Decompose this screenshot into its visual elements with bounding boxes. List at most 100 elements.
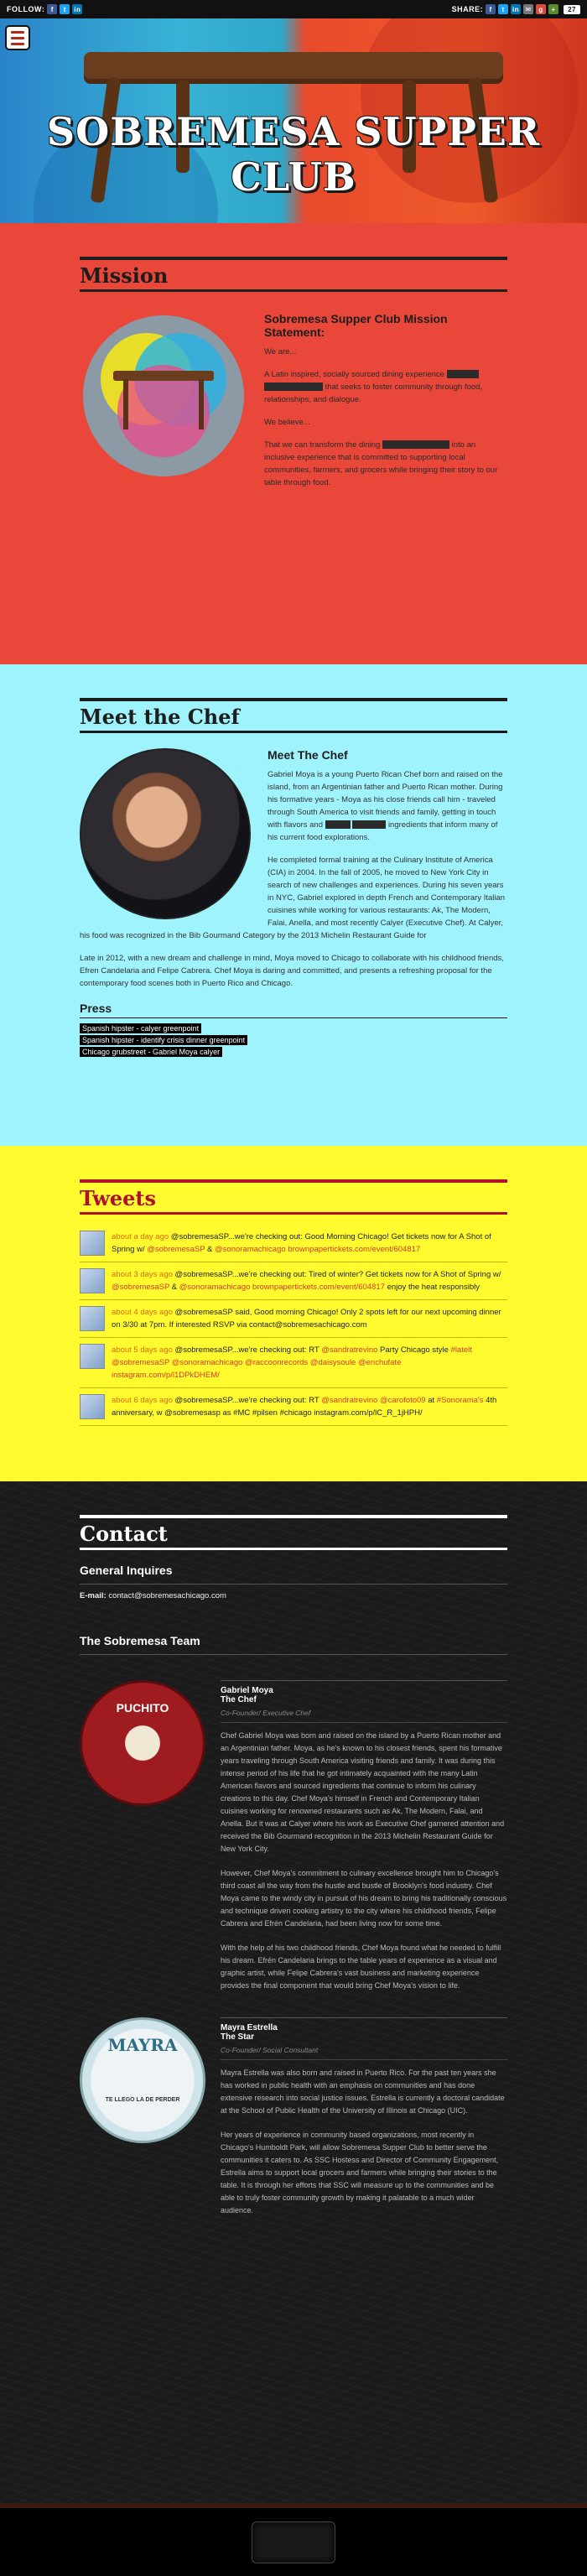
member-bio: Chef Gabriel Moya was born and raised on… (221, 1731, 505, 1853)
record-label-badge: MAYRA TE LLEGO LA DE PERDER (80, 2017, 205, 2143)
redacted-text (382, 440, 449, 450)
follow-label: FOLLOW: (7, 5, 45, 13)
tweet-body: @sobremesaSP...we're checking out: RT (174, 1345, 322, 1355)
tweet-item: about 3 days ago @sobremesaSP...we're ch… (80, 1262, 507, 1300)
share-count: 27 (564, 4, 580, 14)
linkedin-icon[interactable]: in (72, 4, 83, 14)
venn-table-icon (83, 315, 244, 476)
mission-section: Mission Sobremesa Supper Club Mission St… (0, 223, 587, 664)
tweet-link[interactable]: @sandratrevino @carofoto09 (321, 1396, 425, 1405)
top-bar: FOLLOW: f t in SHARE: f t in ✉ g + 27 (0, 0, 587, 18)
tweet-body: & (169, 1283, 179, 1292)
divider (80, 731, 507, 733)
press-link[interactable]: Spanish hipster - identify crisis dinner… (80, 1035, 248, 1045)
tweet-avatar (80, 1394, 105, 1419)
divider (80, 1212, 507, 1215)
tweet-link[interactable]: @sobremesaSP (112, 1283, 169, 1292)
general-inquiries-heading: General Inquires (80, 1564, 173, 1577)
tweet-item: about 4 days ago @sobremesaSP said, Good… (80, 1300, 507, 1338)
mission-text: That we can transform the dining (264, 440, 381, 450)
tweet-timestamp[interactable]: about a day ago (112, 1232, 169, 1241)
tweet-timestamp[interactable]: about 4 days ago (112, 1308, 173, 1317)
mission-graphic (80, 312, 247, 480)
tweet-link[interactable]: #Sonorama's (437, 1396, 484, 1405)
badge-text: MAYRA (107, 2035, 178, 2055)
press-heading: Press (80, 1002, 112, 1015)
divider (80, 1548, 507, 1550)
tweet-timestamp[interactable]: about 5 days ago (112, 1345, 173, 1355)
member-bio: Her years of experience in community bas… (221, 2131, 499, 2214)
contact-heading: Contact (80, 1522, 168, 1546)
site-title: SOBREMESA SUPPER CLUB (46, 109, 541, 200)
tweet-item: about 5 days ago @sobremesaSP...we're ch… (80, 1338, 507, 1388)
tweet-link[interactable]: @sobremesaSP (147, 1245, 205, 1254)
tweet-avatar (80, 1231, 105, 1256)
member-role: The Chef (221, 1695, 257, 1704)
menu-icon-bar (11, 30, 24, 34)
tweet-text: about a day ago @sobremesaSP...we're che… (112, 1231, 507, 1256)
tweet-link[interactable]: @sonoramachicago brownpapertickets.com/e… (215, 1245, 420, 1254)
press-link[interactable]: Spanish hipster - calyer greenpoint (80, 1023, 202, 1033)
tweets-section: Tweets about a day ago @sobremesaSP...we… (0, 1146, 587, 1481)
tweet-link[interactable]: @sandratrevino (321, 1345, 377, 1355)
menu-icon-bar (11, 36, 24, 39)
badge-subtext: TE LLEGO LA DE PERDER (105, 2097, 180, 2103)
chef-photo (80, 748, 251, 919)
menu-button[interactable] (5, 25, 30, 50)
share-group: SHARE: f t in ✉ g + 27 (452, 4, 580, 14)
tweet-body: @sobremesaSP...we're checking out: RT (174, 1396, 322, 1405)
share-twitter-icon[interactable]: t (498, 4, 509, 14)
tweet-item: about a day ago @sobremesaSP...we're che… (80, 1225, 507, 1262)
follow-group: FOLLOW: f t in (7, 4, 83, 14)
tweet-text: about 5 days ago @sobremesaSP...we're ch… (112, 1344, 507, 1382)
tweet-avatar (80, 1306, 105, 1331)
chef-section: Meet the Chef Meet The Chef Gabriel Moya… (0, 664, 587, 1146)
hero-banner: SOBREMESA SUPPER CLUB (0, 18, 587, 223)
footer-tray (252, 2521, 335, 2563)
tweet-text: about 6 days ago @sobremesaSP...we're ch… (112, 1394, 507, 1419)
email-link[interactable]: contact@sobremesachicago.com (108, 1591, 226, 1600)
footer (0, 2503, 587, 2576)
share-facebook-icon[interactable]: f (486, 4, 496, 14)
redacted-text (352, 820, 387, 830)
tweet-timestamp[interactable]: about 6 days ago (112, 1396, 173, 1405)
member-bio: With the help of his two childhood frien… (221, 1944, 501, 1990)
member-bio: Mayra Estrella was also born and raised … (221, 2069, 505, 2115)
press-list: Spanish hipster - calyer greenpoint Span… (80, 1023, 507, 1059)
share-googleplus-icon[interactable]: g (536, 4, 547, 14)
tweet-text: about 3 days ago @sobremesaSP...we're ch… (112, 1268, 507, 1293)
share-plus-icon[interactable]: + (548, 4, 559, 14)
tweet-body: at (425, 1396, 437, 1405)
member-title: Co-Founder/ Social Consultant (221, 2046, 507, 2060)
tweet-body: @sobremesaSP...we're checking out: Tired… (174, 1270, 501, 1279)
tweet-timestamp[interactable]: about 3 days ago (112, 1270, 173, 1279)
record-label-badge: PUCHITO (80, 1680, 205, 1806)
tweet-body: Party Chicago style (377, 1345, 451, 1355)
divider (80, 289, 507, 292)
member-role: The Star (221, 2032, 255, 2042)
facebook-icon[interactable]: f (47, 4, 58, 14)
tweet-avatar (80, 1268, 105, 1293)
tweet-avatar (80, 1344, 105, 1369)
press-link[interactable]: Chicago grubstreet - Gabriel Moya calyer (80, 1047, 223, 1057)
team-member-card: PUCHITO Gabriel Moya The Chef Co-Founder… (80, 1680, 507, 2004)
member-bio: However, Chef Moya's commitment to culin… (221, 1869, 507, 1928)
divider (80, 1017, 507, 1018)
menu-icon-bar (11, 42, 24, 45)
member-name: Gabriel Moya (221, 1686, 273, 1695)
twitter-icon[interactable]: t (60, 4, 70, 14)
share-email-icon[interactable]: ✉ (523, 4, 534, 14)
tweets-heading: Tweets (80, 1186, 157, 1210)
share-linkedin-icon[interactable]: in (511, 4, 522, 14)
tweet-item: about 6 days ago @sobremesaSP...we're ch… (80, 1388, 507, 1426)
tweet-body: & (205, 1245, 216, 1254)
table-illustration (84, 52, 503, 84)
redacted-text (446, 370, 479, 379)
mission-text: A Latin inspired, socially sourced dinin… (264, 370, 444, 379)
team-member-card: MAYRA TE LLEGO LA DE PERDER Mayra Estrel… (80, 2017, 507, 2229)
divider (80, 1654, 507, 1655)
contact-section: Contact General Inquires E-mail: contact… (0, 1481, 587, 2503)
tweet-link[interactable]: @sonoramachicago brownpapertickets.com/e… (179, 1283, 385, 1292)
tweet-list: about a day ago @sobremesaSP...we're che… (80, 1225, 507, 1426)
email-label: E-mail: (80, 1591, 106, 1600)
